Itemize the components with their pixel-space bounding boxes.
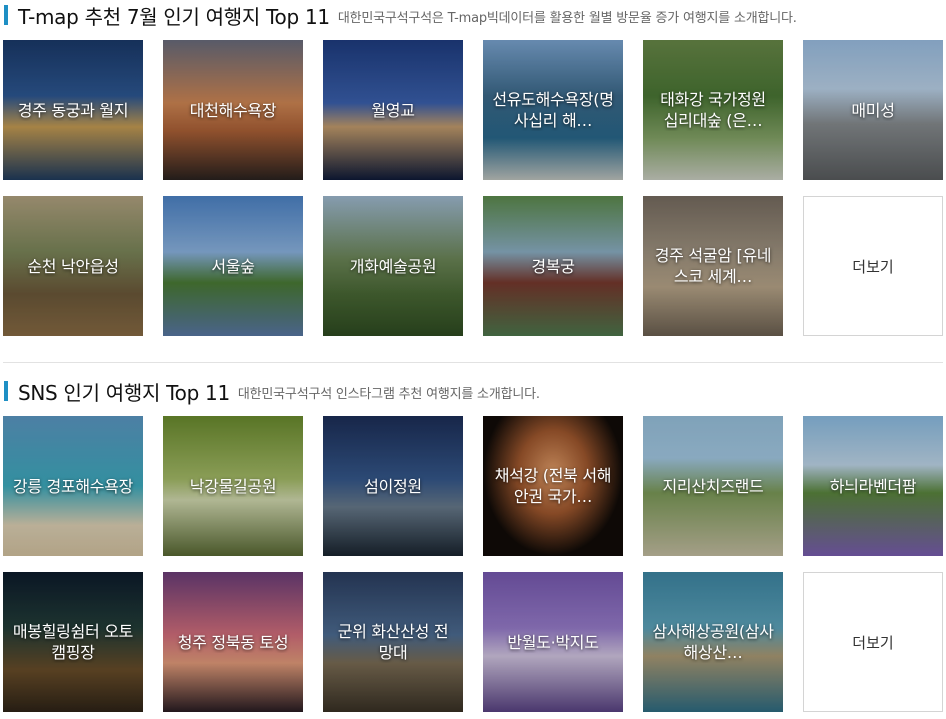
destination-label: 경복궁 xyxy=(531,256,575,276)
destination-tile[interactable]: 태화강 국가정원 십리대숲 (은… xyxy=(643,40,783,180)
destination-tile[interactable]: 매봉힐링쉼터 오토캠핑장 xyxy=(3,572,143,712)
destination-label: 채석강 (전북 서해안권 국가… xyxy=(494,466,612,506)
destination-tile[interactable]: 섬이정원 xyxy=(323,416,463,556)
destination-label: 순천 낙안읍성 xyxy=(27,256,119,276)
destination-tile[interactable]: 매미성 xyxy=(803,40,943,180)
destination-label: 매봉힐링쉼터 오토캠핑장 xyxy=(12,622,134,662)
section-title: T-map 추천 7월 인기 여행지 Top 11 xyxy=(18,4,330,29)
title-accent-bar xyxy=(4,381,8,401)
destination-label: 경주 동궁과 월지 xyxy=(17,100,129,120)
destination-tile[interactable]: 선유도해수욕장(명사십리 해… xyxy=(483,40,623,180)
tmap-section-header: T-map 추천 7월 인기 여행지 Top 11 대한민국구석구석은 T-ma… xyxy=(4,2,797,29)
title-accent-bar xyxy=(4,5,8,25)
destination-label: 삼사해상공원(삼사해상산… xyxy=(652,622,774,662)
destination-tile[interactable]: 개화예술공원 xyxy=(323,196,463,336)
destination-tile[interactable]: 군위 화산산성 전망대 xyxy=(323,572,463,712)
destination-tile[interactable]: 경복궁 xyxy=(483,196,623,336)
destination-label: 경주 석굴암 [유네스코 세계… xyxy=(654,246,772,286)
destination-label: 서울숲 xyxy=(211,256,255,276)
destination-tile[interactable]: 서울숲 xyxy=(163,196,303,336)
destination-label: 청주 정북동 토성 xyxy=(177,632,289,652)
destination-tile[interactable]: 삼사해상공원(삼사해상산… xyxy=(643,572,783,712)
more-label: 더보기 xyxy=(852,633,894,652)
destination-label: 개화예술공원 xyxy=(349,256,437,276)
destination-tile[interactable]: 강릉 경포해수욕장 xyxy=(3,416,143,556)
section-divider xyxy=(3,362,943,363)
destination-tile[interactable]: 순천 낙안읍성 xyxy=(3,196,143,336)
destination-tile[interactable]: 경주 동궁과 월지 xyxy=(3,40,143,180)
destination-tile[interactable]: 채석강 (전북 서해안권 국가… xyxy=(483,416,623,556)
destination-label: 월영교 xyxy=(371,100,415,120)
destination-tile[interactable]: 낙강물길공원 xyxy=(163,416,303,556)
destination-tile[interactable]: 월영교 xyxy=(323,40,463,180)
destination-label: 태화강 국가정원 십리대숲 (은… xyxy=(660,90,766,130)
section-description: 대한민국구석구석 인스타그램 추천 여행지를 소개합니다. xyxy=(237,387,540,402)
tmap-more-button[interactable]: 더보기 xyxy=(803,196,943,336)
section-title: SNS 인기 여행지 Top 11 xyxy=(18,380,230,405)
destination-label: 대천해수욕장 xyxy=(189,100,277,120)
destination-label: 섬이정원 xyxy=(364,476,422,496)
destination-tile[interactable]: 대천해수욕장 xyxy=(163,40,303,180)
destination-tile[interactable]: 청주 정북동 토성 xyxy=(163,572,303,712)
destination-tile[interactable]: 지리산치즈랜드 xyxy=(643,416,783,556)
tmap-destination-grid: 경주 동궁과 월지 대천해수욕장 월영교 선유도해수욕장(명사십리 해… 태화강… xyxy=(3,40,943,338)
sns-section-header: SNS 인기 여행지 Top 11 대한민국구석구석 인스타그램 추천 여행지를… xyxy=(4,378,540,405)
destination-label: 군위 화산산성 전망대 xyxy=(337,622,449,662)
sns-destination-grid: 강릉 경포해수욕장 낙강물길공원 섬이정원 채석강 (전북 서해안권 국가… 지… xyxy=(3,416,943,714)
sns-more-button[interactable]: 더보기 xyxy=(803,572,943,712)
destination-label: 지리산치즈랜드 xyxy=(662,476,764,496)
destination-tile[interactable]: 경주 석굴암 [유네스코 세계… xyxy=(643,196,783,336)
destination-label: 매미성 xyxy=(851,100,895,120)
more-label: 더보기 xyxy=(852,257,894,276)
destination-label: 선유도해수욕장(명사십리 해… xyxy=(492,90,614,130)
section-description: 대한민국구석구석은 T-map빅데이터를 활용한 월별 방문율 증가 여행지를 … xyxy=(337,11,797,26)
destination-label: 반월도·박지도 xyxy=(507,632,599,652)
destination-label: 낙강물길공원 xyxy=(189,476,277,496)
destination-tile[interactable]: 반월도·박지도 xyxy=(483,572,623,712)
destination-label: 강릉 경포해수욕장 xyxy=(12,476,134,496)
destination-tile[interactable]: 하늬라벤더팜 xyxy=(803,416,943,556)
destination-label: 하늬라벤더팜 xyxy=(829,476,917,496)
